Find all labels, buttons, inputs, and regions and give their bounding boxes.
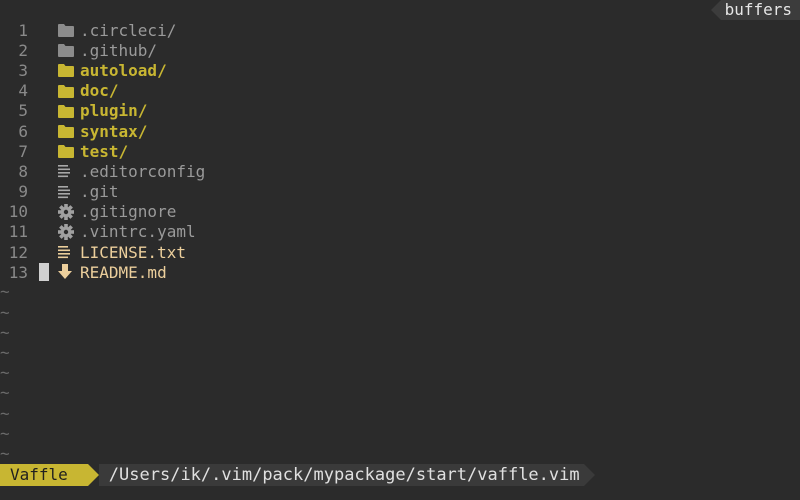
line-number: 4 xyxy=(18,81,28,101)
file-entry[interactable]: 11 .vintrc.yaml xyxy=(0,222,800,242)
text-file-icon xyxy=(58,243,76,261)
text-file-icon xyxy=(58,183,76,201)
folder-icon xyxy=(58,102,76,120)
mode-separator xyxy=(87,464,99,486)
line-number: 3 xyxy=(18,60,28,80)
path-separator xyxy=(583,464,595,486)
file-entry[interactable]: 6 syntax/ xyxy=(0,121,800,141)
line-number: 12 xyxy=(8,242,28,262)
line-number: 11 xyxy=(8,222,28,242)
empty-line-tilde: ~ xyxy=(0,423,10,443)
download-arrow-icon xyxy=(58,263,76,281)
folder-icon xyxy=(58,122,76,140)
line-number: 1 xyxy=(18,20,28,40)
empty-line-tilde: ~ xyxy=(0,383,10,403)
text-file-icon xyxy=(58,162,76,180)
empty-line-tilde: ~ xyxy=(0,363,10,383)
cursor-gutter xyxy=(39,142,49,160)
file-name[interactable]: doc/ xyxy=(80,81,119,100)
folder-icon xyxy=(58,82,76,100)
current-path: /Users/ik/.vim/pack/mypackage/start/vaff… xyxy=(98,464,584,486)
file-name[interactable]: plugin/ xyxy=(80,101,147,120)
empty-line-tilde: ~ xyxy=(0,343,10,362)
cursor-gutter xyxy=(39,203,49,221)
gear-icon xyxy=(58,223,76,241)
cursor-gutter xyxy=(39,41,49,59)
file-entry[interactable]: 13 README.md xyxy=(0,262,800,282)
folder-icon xyxy=(58,61,76,79)
cursor-gutter xyxy=(39,183,49,201)
line-number: 6 xyxy=(18,121,28,141)
cursor-gutter xyxy=(39,223,49,241)
file-entry[interactable]: 5 plugin/ xyxy=(0,101,800,121)
cursor-gutter xyxy=(39,102,49,120)
file-entry[interactable]: 7 test/ xyxy=(0,141,800,161)
file-entry[interactable]: 12 LICENSE.txt xyxy=(0,242,800,262)
file-entry[interactable]: 10 .gitignore xyxy=(0,202,800,222)
mode-indicator: Vaffle xyxy=(0,464,88,486)
tabline: buffers xyxy=(709,0,800,20)
file-list: 1 .circleci/2 .github/3 autoload/4 doc/5 plug… xyxy=(0,20,800,463)
cursor-block xyxy=(39,263,49,282)
cursor-gutter xyxy=(39,122,49,140)
file-name[interactable]: LICENSE.txt xyxy=(80,243,186,262)
line-number: 7 xyxy=(18,141,28,161)
empty-line-tilde: ~ xyxy=(0,302,10,322)
file-name[interactable]: test/ xyxy=(80,142,128,161)
folder-icon xyxy=(58,21,76,39)
line-number: 2 xyxy=(18,40,28,60)
file-entry[interactable]: 2 .github/ xyxy=(0,40,800,60)
file-name[interactable]: .git xyxy=(80,182,119,201)
line-number: 8 xyxy=(18,161,28,181)
file-entry[interactable]: 8 .editorconfig xyxy=(0,161,800,181)
line-number: 9 xyxy=(18,182,28,202)
file-name[interactable]: .vintrc.yaml xyxy=(80,222,196,241)
file-entry[interactable]: 3 autoload/ xyxy=(0,60,800,80)
file-name[interactable]: .editorconfig xyxy=(80,162,205,181)
empty-line-tilde: ~ xyxy=(0,322,10,342)
empty-line-tilde: ~ xyxy=(0,443,10,463)
file-name[interactable]: .github/ xyxy=(80,41,157,60)
cursor-gutter xyxy=(39,61,49,79)
buffers-label[interactable]: buffers xyxy=(720,0,800,20)
empty-line-tilde: ~ xyxy=(0,403,10,423)
folder-icon xyxy=(58,41,76,59)
cursor-gutter xyxy=(39,162,49,180)
gear-icon xyxy=(58,203,76,221)
line-number: 5 xyxy=(18,101,28,121)
file-name[interactable]: .circleci/ xyxy=(80,21,176,40)
file-name[interactable]: README.md xyxy=(80,263,167,282)
file-entry[interactable]: 4 doc/ xyxy=(0,81,800,101)
line-number: 13 xyxy=(8,262,28,282)
empty-line-tilde: ~ xyxy=(0,282,10,302)
cursor-gutter xyxy=(39,243,49,261)
folder-icon xyxy=(58,142,76,160)
cursor-gutter xyxy=(39,21,49,39)
cursor-gutter xyxy=(39,82,49,100)
tabline-separator xyxy=(710,0,721,20)
statusline: Vaffle /Users/ik/.vim/pack/mypackage/sta… xyxy=(0,464,800,486)
file-entry[interactable]: 1 .circleci/ xyxy=(0,20,800,40)
file-name[interactable]: syntax/ xyxy=(80,122,147,141)
file-name[interactable]: .gitignore xyxy=(80,202,176,221)
file-name[interactable]: autoload/ xyxy=(80,61,167,80)
file-entry[interactable]: 9 .git xyxy=(0,182,800,202)
line-number: 10 xyxy=(8,202,28,222)
